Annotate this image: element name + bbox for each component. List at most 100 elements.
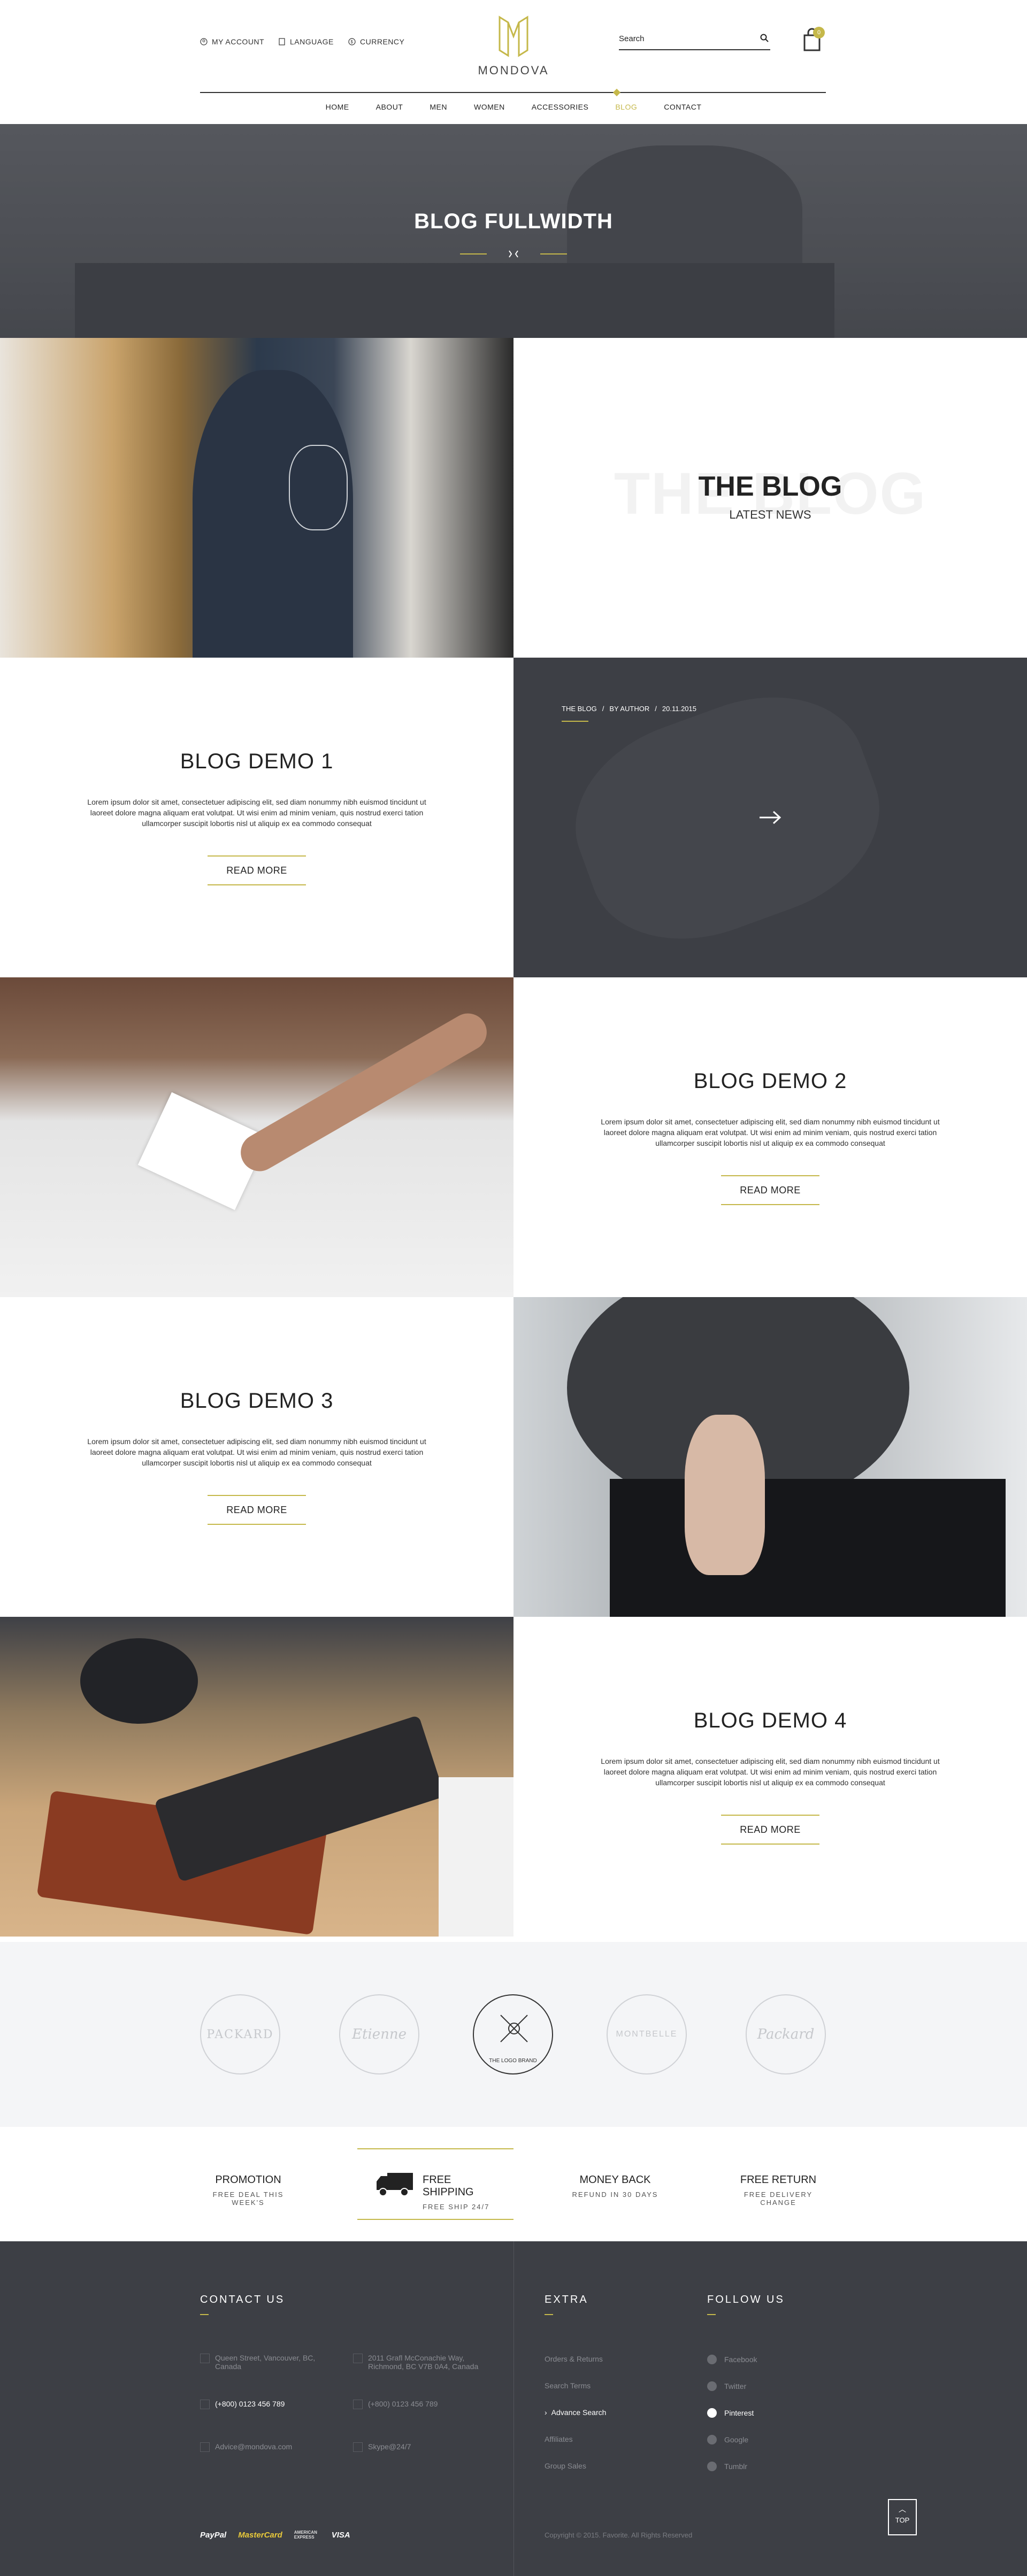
read-more-button[interactable]: READ MORE [208,855,306,885]
feature-money-back: MONEY BACK REFUND IN 30 DAYS [567,2174,663,2199]
nav-divider [200,92,826,93]
blog-intro-subtitle: LATEST NEWS [729,508,811,521]
phone-icon [353,2400,363,2409]
twitter-icon [707,2381,717,2391]
contact-heading: CONTACT US [200,2294,285,2305]
email-icon [200,2442,210,2452]
footer-link-affiliates[interactable]: Affiliates [545,2435,573,2443]
post-meta: THE BLOG / BY AUTHOR / 20.11.2015 [562,705,696,713]
follow-heading: FOLLOW US [707,2294,785,2305]
post-title[interactable]: BLOG DEMO 1 [0,750,514,774]
brand-logo[interactable]: MONDOVA [471,15,556,78]
post-date: 20.11.2015 [662,705,696,713]
brand-logo-the-logo-brand[interactable]: THE LOGO BRAND [473,1994,553,2074]
blog-post-1: BLOG DEMO 1 Lorem ipsum dolor sit amet, … [0,658,514,977]
google-icon [707,2435,717,2444]
read-more-button[interactable]: READ MORE [208,1495,306,1525]
contact-address-2: 2011 Grafl McConachie Way, Richmond, BC … [353,2354,492,2371]
brand-logo-caption: THE LOGO BRAND [489,2058,537,2064]
arrow-right-icon[interactable] [758,810,782,825]
back-to-top-label: TOP [895,2516,910,2524]
social-pinterest[interactable]: Pinterest [707,2408,754,2418]
blog-post-1-hover-panel[interactable]: THE BLOG / BY AUTHOR / 20.11.2015 [514,658,1027,977]
post-category[interactable]: THE BLOG [562,705,597,713]
search-input[interactable]: Search [619,32,770,50]
search-icon[interactable] [760,33,769,43]
brand-logo-packard[interactable]: PACKARD [200,1994,280,2074]
blog-post-row-1: BLOG DEMO 1 Lorem ipsum dolor sit amet, … [0,658,1027,977]
feature-title: MONEY BACK [579,2174,651,2186]
nav-women[interactable]: WOMEN [461,103,518,111]
delivery-truck-icon [377,2173,413,2196]
svg-text:$: $ [351,40,354,44]
amex-logo: AMERICAN EXPRESS [294,2530,317,2540]
language-selector[interactable]: LANGUAGE [278,37,334,46]
my-account-link[interactable]: MY ACCOUNT [200,37,264,46]
nav-men[interactable]: MEN [416,103,461,111]
nav-active-marker [612,88,621,97]
flag-icon [279,38,285,45]
phone-icon [200,2400,210,2409]
post-title[interactable]: BLOG DEMO 4 [514,1709,1027,1733]
brand-logos-section: PACKARD Etienne THE LOGO BRAND MONTBELLE… [0,1942,1027,2127]
blog-post-3-photo [514,1297,1027,1617]
social-tumblr[interactable]: Tumblr [707,2462,747,2471]
blog-post-4-photo [0,1617,514,1937]
post-excerpt: Lorem ipsum dolor sit amet, consectetuer… [87,798,426,828]
footer-link-search-terms[interactable]: Search Terms [545,2381,591,2390]
nav-accessories[interactable]: ACCESSORIES [518,103,602,111]
blog-intro-photo [0,338,514,658]
nav-home[interactable]: HOME [312,103,363,111]
post-excerpt: Lorem ipsum dolor sit amet, consectetuer… [601,1757,940,1787]
post-excerpt: Lorem ipsum dolor sit amet, consectetuer… [87,1437,426,1467]
feature-title: FREE RETURN [740,2174,817,2186]
facebook-icon [707,2355,717,2364]
feature-subtitle: FREE SHIP 24/7 [423,2203,490,2211]
post-author[interactable]: BY AUTHOR [609,705,649,713]
back-to-top-button[interactable]: ︿ TOP [888,2499,917,2535]
paypal-logo: PayPal [200,2530,227,2540]
currency-selector[interactable]: $ CURRENCY [348,37,404,46]
mastercard-logo: MasterCard [238,2530,282,2540]
social-google[interactable]: Google [707,2435,748,2444]
brand-logo-montbelle[interactable]: MONTBELLE [607,1994,687,2074]
footer-link-group-sales[interactable]: Group Sales [545,2462,586,2470]
social-twitter[interactable]: Twitter [707,2381,746,2391]
skype-icon [353,2442,363,2452]
brand-logo-etienne[interactable]: Etienne [339,1994,419,2074]
title-ornament-icon [460,250,567,258]
read-more-button[interactable]: READ MORE [721,1815,819,1845]
contact-address-1: Queen Street, Vancouver, BC, Canada [200,2354,339,2371]
nav-blog[interactable]: BLOG [602,103,650,111]
social-facebook[interactable]: Facebook [707,2355,757,2364]
payment-methods: PayPal MasterCard AMERICAN EXPRESS VISA [200,2530,350,2540]
cart-button[interactable]: 0 [802,27,825,52]
site-header: MY ACCOUNT LANGUAGE $ CURRENCY MONDOVA S… [0,0,1027,124]
footer-link-advance-search[interactable]: › Advance Search [545,2408,606,2417]
blog-intro-panel: THE BLOG THE BLOG LATEST NEWS [514,338,1027,658]
feature-free-shipping: FREE SHIPPING FREE SHIP 24/7 [423,2174,492,2211]
currency-icon: $ [348,38,356,45]
nav-contact[interactable]: CONTACT [650,103,715,111]
contact-phone-2[interactable]: (+800) 0123 456 789 [353,2400,438,2409]
extra-heading: EXTRA [545,2294,588,2305]
contact-skype[interactable]: Skype@24/7 [353,2442,411,2452]
blog-intro-title: THE BLOG [698,471,842,502]
read-more-button[interactable]: READ MORE [721,1175,819,1205]
post-excerpt: Lorem ipsum dolor sit amet, consectetuer… [601,1117,940,1147]
post-title[interactable]: BLOG DEMO 3 [0,1389,514,1413]
post-title[interactable]: BLOG DEMO 2 [514,1069,1027,1093]
footer-link-orders-returns[interactable]: Orders & Returns [545,2355,603,2363]
service-features: PROMOTION FREE DEAL THIS WEEK'S FREE SHI… [0,2127,1027,2241]
nav-about[interactable]: ABOUT [363,103,417,111]
brand-logo-packard-script[interactable]: Packard [746,1994,826,2074]
user-icon [200,38,208,45]
feature-title: FREE SHIPPING [423,2174,474,2198]
chevron-right-icon: › [545,2408,547,2417]
my-account-label: MY ACCOUNT [212,37,265,46]
pinterest-icon [707,2408,717,2418]
contact-email[interactable]: Advice@mondova.com [200,2442,292,2452]
brand-name: MONDOVA [478,64,549,77]
feature-free-return: FREE RETURN FREE DELIVERY CHANGE [727,2174,829,2207]
contact-phone-1[interactable]: (+800) 0123 456 789 [200,2400,285,2409]
